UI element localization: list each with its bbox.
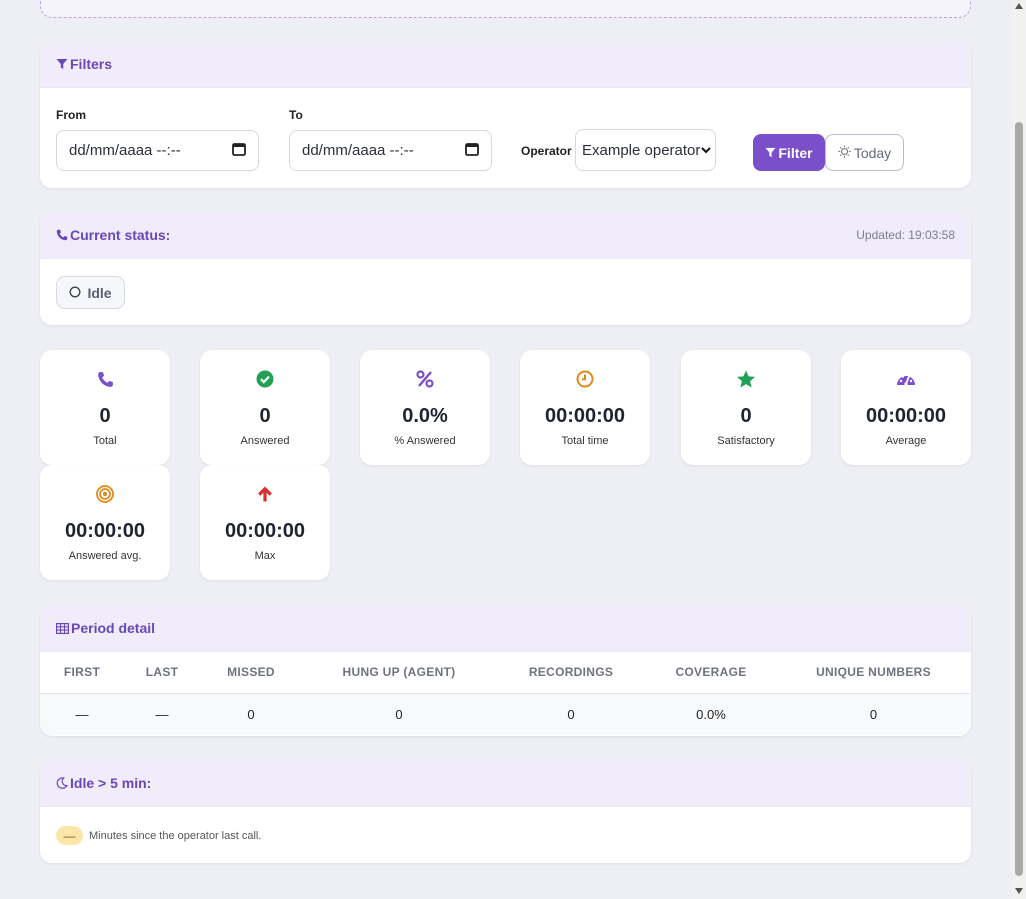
kpi-value: 00:00:00 [544,405,626,427]
kpi-answered-avg: 00:00:00 Answered avg. [40,465,170,580]
kpi-average: 00:00:00 Average [841,350,971,465]
column-header: UNIQUE NUMBERS [776,652,971,694]
idle-header: Idle > 5 min: [40,760,971,807]
kpi-answered: 0 Answered [200,350,330,465]
star-icon [681,368,811,390]
column-header: MISSED [200,652,302,694]
filter-button[interactable]: Filter [753,134,825,171]
table-cell: — [124,693,200,735]
kpi-total-time: 00:00:00 Total time [520,350,650,465]
idle-badge: — [56,826,83,845]
filters-title: Filters [70,56,113,72]
idle-card: Idle > 5 min: — Minutes since the operat… [40,760,971,863]
moon-icon [56,777,68,789]
kpi-label: % Answered [394,435,456,447]
period-table: FIRST LAST MISSED HUNG UP (AGENT) RECORD… [40,652,971,735]
operator-value: Example operator [582,141,701,159]
today-button-label: Today [853,144,892,161]
column-header: HUNG UP (AGENT) [302,652,496,694]
kpi-label: Satisfactory [717,435,775,447]
filter-button-label: Filter [778,144,813,161]
arrow-up-icon [200,483,330,505]
from-label: From [56,108,86,122]
kpi-total: 0 Total [40,350,170,465]
kpi-value: 00:00:00 [64,520,146,542]
filters-card: Filters From dd/mm/aaaa --:-- To dd/mm/a… [40,41,971,188]
kpi-value: 0 [99,405,111,427]
circle-icon [69,285,81,301]
operator-select[interactable]: Example operator [575,129,716,171]
kpi-label: Max [254,550,276,562]
target-icon [40,483,170,505]
calendar-icon[interactable] [465,142,479,160]
kpi-label: Total [93,435,117,447]
kpi-max: 00:00:00 Max [200,465,330,580]
funnel-icon [56,58,68,70]
status-title: Current status: [70,227,171,243]
check-circle-icon [200,368,330,390]
idle-title: Idle > 5 min: [70,775,152,791]
kpi-percent-answered: 0.0% % Answered [360,350,490,465]
table-cell: 0 [200,693,302,735]
clock-icon [520,368,650,390]
funnel-icon [765,145,776,161]
calendar-icon[interactable] [232,142,246,160]
from-date-input[interactable]: dd/mm/aaaa --:-- [56,130,259,171]
today-button[interactable]: Today [825,134,904,171]
column-header: FIRST [40,652,124,694]
kpi-value: 0 [740,405,752,427]
to-date-input[interactable]: dd/mm/aaaa --:-- [289,130,492,171]
updated-timestamp: Updated: 19:03:58 [856,228,955,242]
kpi-value: 00:00:00 [865,405,947,427]
table-cell: 0 [496,693,646,735]
filters-header: Filters [40,41,971,88]
status-header: Current status: Updated: 19:03:58 [40,212,971,259]
table-header-row: FIRST LAST MISSED HUNG UP (AGENT) RECORD… [40,652,971,694]
kpi-label: Answered avg. [68,550,142,562]
period-header: Period detail [40,605,971,652]
table-cell: — [40,693,124,735]
scrollbar[interactable] [1012,0,1026,899]
column-header: RECORDINGS [496,652,646,694]
table-row: — — 0 0 0 0.0% 0 [40,693,971,735]
operator-label: Operator [521,144,572,158]
kpi-satisfactory: 0 Satisfactory [681,350,811,465]
gauge-icon [841,368,971,390]
sun-icon [838,144,851,161]
phone-icon [56,229,68,241]
table-cell: 0 [302,693,496,735]
period-title: Period detail [71,620,156,636]
top-dashed-panel [40,0,971,18]
scroll-down-arrow-icon[interactable] [1015,888,1023,896]
kpi-label: Total time [561,435,609,447]
from-date-value: dd/mm/aaaa --:-- [69,142,181,159]
to-date-value: dd/mm/aaaa --:-- [302,142,414,159]
table-cell: 0.0% [646,693,776,735]
scrollbar-thumb[interactable] [1015,122,1023,876]
kpi-value: 0 [259,405,271,427]
table-cell: 0 [776,693,971,735]
period-detail-card: Period detail FIRST LAST MISSED HUNG UP … [40,605,971,736]
kpi-label: Average [885,435,927,447]
status-state: Idle [87,284,112,301]
scroll-up-arrow-icon[interactable] [1015,3,1023,11]
table-icon [56,622,69,634]
idle-note-row: — Minutes since the operator last call. [56,826,261,845]
column-header: LAST [124,652,200,694]
kpi-value: 0.0% [402,405,448,427]
kpi-label: Answered [240,435,290,447]
to-label: To [289,108,303,122]
current-status-card: Current status: Updated: 19:03:58 Idle [40,212,971,325]
percent-icon [360,368,490,390]
status-badge: Idle [56,276,125,309]
column-header: COVERAGE [646,652,776,694]
chevron-down-icon [701,146,711,154]
idle-note: Minutes since the operator last call. [89,829,262,842]
phone-icon [40,368,170,390]
kpi-value: 00:00:00 [224,520,306,542]
